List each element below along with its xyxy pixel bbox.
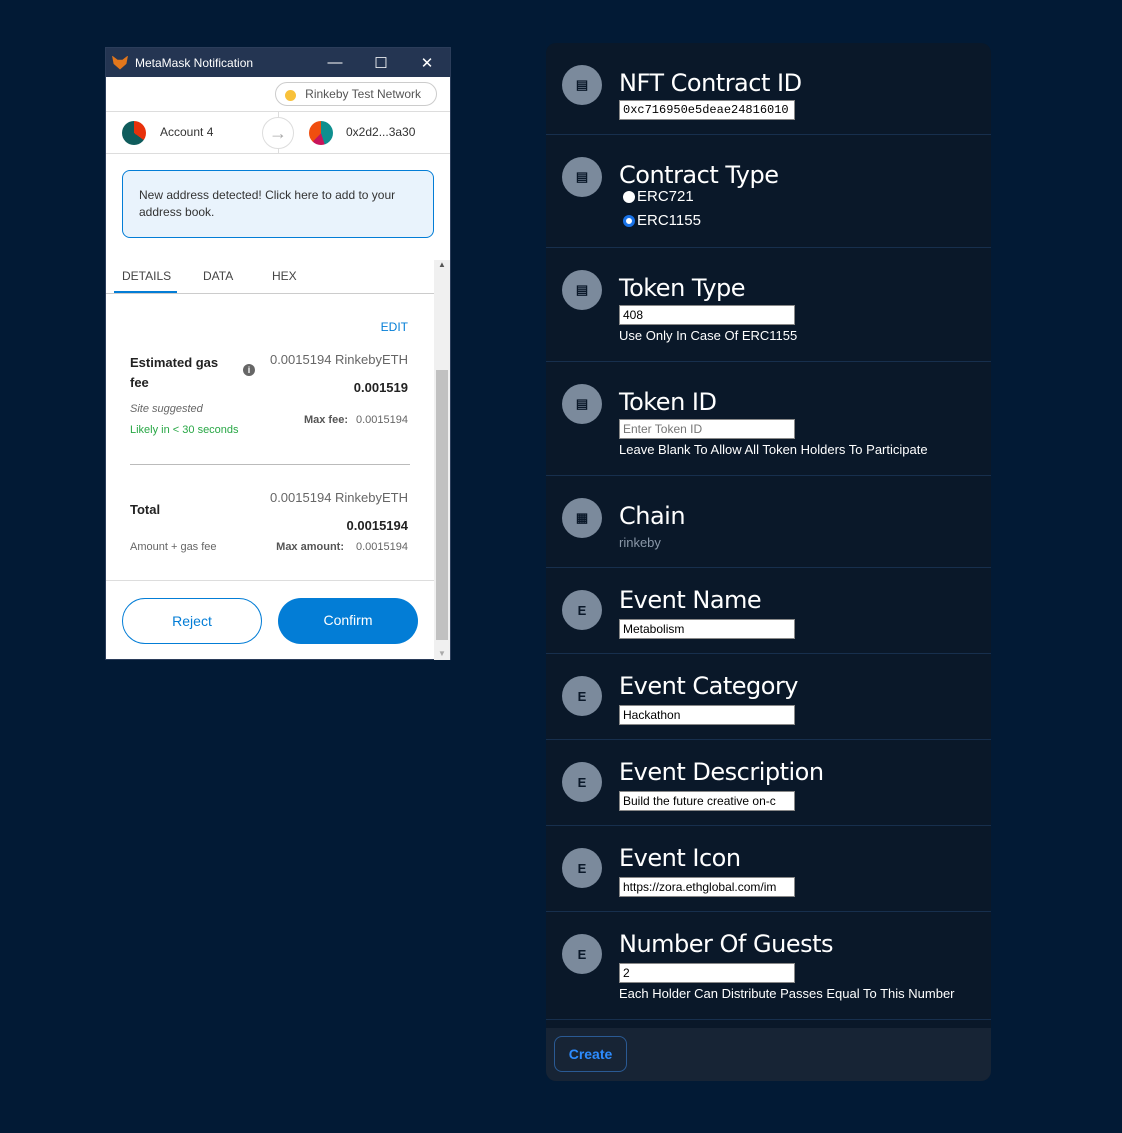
- close-button[interactable]: ✕: [404, 54, 450, 72]
- document-icon: ▤: [562, 65, 602, 105]
- tab-hex[interactable]: HEX: [272, 269, 297, 283]
- create-button[interactable]: Create: [554, 1036, 627, 1072]
- token-id-input[interactable]: [619, 419, 795, 439]
- event-description-title: Event Description: [619, 758, 824, 786]
- token-type-title: Token Type: [619, 274, 746, 302]
- to-address[interactable]: 0x2d2...3a30: [346, 125, 415, 139]
- guests-hint: Each Holder Can Distribute Passes Equal …: [619, 986, 955, 1001]
- letter-e-icon: E: [562, 934, 602, 974]
- letter-e-icon: E: [562, 848, 602, 888]
- event-category-input[interactable]: [619, 705, 795, 725]
- gas-eth: 0.0015194 RinkebyETH: [269, 352, 408, 367]
- radio-erc1155[interactable]: ERC1155: [623, 212, 701, 229]
- document-icon: ▤: [562, 270, 602, 310]
- metamask-window: MetaMask Notification — ☐ ✕ Rinkeby Test…: [105, 47, 451, 660]
- from-avatar: [122, 121, 146, 145]
- arrow-right-icon: →: [262, 117, 294, 149]
- document-icon: ▤: [562, 157, 602, 197]
- radio-erc721[interactable]: ERC721: [623, 188, 694, 205]
- info-icon[interactable]: i: [243, 364, 255, 376]
- max-fee-value: 0.0015194: [356, 414, 408, 426]
- token-type-input[interactable]: [619, 305, 795, 325]
- network-selector[interactable]: Rinkeby Test Network: [275, 82, 437, 106]
- grid-icon: ▦: [562, 498, 602, 538]
- maximize-button[interactable]: ☐: [358, 54, 404, 72]
- gas-value: 0.001519: [353, 380, 408, 395]
- scrollbar[interactable]: ▲ ▼: [434, 260, 450, 660]
- event-icon-title: Event Icon: [619, 844, 741, 872]
- reject-button[interactable]: Reject: [122, 598, 262, 644]
- document-icon: ▤: [562, 384, 602, 424]
- token-type-hint: Use Only In Case Of ERC1155: [619, 328, 798, 343]
- token-id-title: Token ID: [619, 388, 717, 416]
- total-label: Total: [130, 502, 161, 517]
- letter-e-icon: E: [562, 590, 602, 630]
- event-category-title: Event Category: [619, 672, 799, 700]
- nft-contract-title: NFT Contract ID: [619, 69, 802, 97]
- window-title: MetaMask Notification: [135, 55, 254, 70]
- minimize-button[interactable]: —: [312, 54, 358, 72]
- guests-title: Number Of Guests: [619, 930, 834, 958]
- from-account[interactable]: Account 4: [160, 125, 213, 139]
- letter-e-icon: E: [562, 676, 602, 716]
- guests-input[interactable]: [619, 963, 795, 983]
- to-avatar: [309, 121, 333, 145]
- site-suggested: Site suggested: [130, 403, 203, 415]
- letter-e-icon: E: [562, 762, 602, 802]
- confirm-button[interactable]: Confirm: [278, 598, 418, 644]
- likely-time: Likely in < 30 seconds: [130, 424, 239, 436]
- edit-link[interactable]: EDIT: [381, 320, 408, 334]
- nft-contract-input[interactable]: [619, 100, 795, 120]
- gas-label: Estimated gas fee: [130, 355, 219, 390]
- chain-value: rinkeby: [619, 535, 661, 550]
- event-icon-input[interactable]: [619, 877, 795, 897]
- new-address-notice[interactable]: New address detected! Click here to add …: [122, 170, 434, 238]
- event-name-input[interactable]: [619, 619, 795, 639]
- event-form: ▤ NFT Contract ID ▤ Contract Type ERC721…: [546, 43, 991, 1081]
- event-description-input[interactable]: [619, 791, 795, 811]
- max-amount-label: Max amount:: [276, 541, 344, 553]
- contract-type-title: Contract Type: [619, 161, 779, 189]
- metamask-fox-icon: [112, 55, 128, 70]
- tab-data[interactable]: DATA: [203, 269, 233, 283]
- event-name-title: Event Name: [619, 586, 762, 614]
- total-eth: 0.0015194 RinkebyETH: [269, 490, 408, 505]
- title-bar: MetaMask Notification — ☐ ✕: [106, 48, 450, 77]
- tab-details[interactable]: DETAILS: [122, 269, 171, 283]
- total-value: 0.0015194: [346, 518, 408, 533]
- chain-title: Chain: [619, 502, 686, 530]
- network-dot-icon: [285, 90, 297, 101]
- max-fee-label: Max fee:: [303, 414, 348, 426]
- network-label: Rinkeby Test Network: [305, 87, 421, 101]
- max-amount-value: 0.0015194: [356, 541, 408, 553]
- total-sub: Amount + gas fee: [130, 541, 217, 553]
- token-id-hint: Leave Blank To Allow All Token Holders T…: [619, 442, 928, 457]
